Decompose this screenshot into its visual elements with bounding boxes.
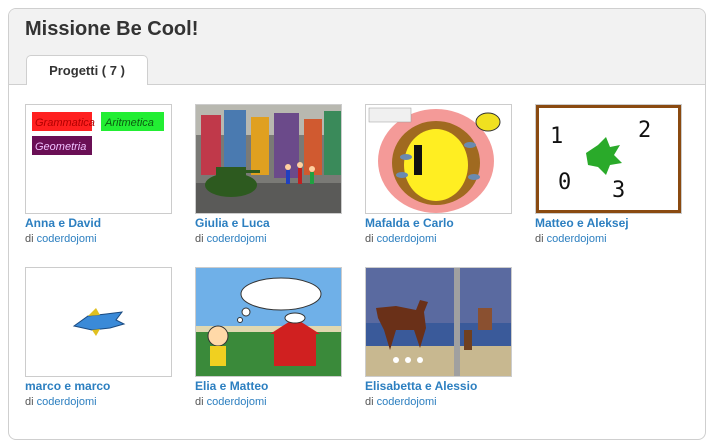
project-thumbnail[interactable] — [365, 267, 512, 377]
project-card: Elia e Matteo di coderdojomi — [195, 267, 345, 408]
project-thumbnail[interactable]: Grammatica Aritmetica Geometria — [25, 104, 172, 214]
thumb-label: 3 — [612, 178, 625, 203]
project-card: Giulia e Luca di coderdojomi — [195, 104, 345, 245]
thumb-label: 1 — [550, 124, 563, 149]
author-link[interactable]: coderdojomi — [547, 233, 607, 245]
author-link[interactable]: coderdojomi — [37, 233, 97, 245]
gallery-panel: Missione Be Cool! Progetti ( 7 ) Grammat… — [8, 8, 706, 440]
project-thumbnail[interactable] — [195, 267, 342, 377]
project-card: marco e marco di coderdojomi — [25, 267, 175, 408]
thumbnail-image — [366, 268, 511, 376]
thumbnail-image — [26, 268, 171, 376]
thumb-label: Grammatica — [35, 117, 95, 129]
project-byline: di coderdojomi — [25, 233, 97, 245]
author-link[interactable]: coderdojomi — [377, 396, 437, 408]
project-title-link[interactable]: Mafalda e Carlo — [365, 216, 515, 230]
thumb-label: 2 — [638, 118, 651, 143]
author-link[interactable]: coderdojomi — [377, 233, 437, 245]
project-card: Mafalda e Carlo di coderdojomi — [365, 104, 515, 245]
project-title-link[interactable]: Elisabetta e Alessio — [365, 379, 515, 393]
project-title-link[interactable]: Giulia e Luca — [195, 216, 345, 230]
project-card: Elisabetta e Alessio di coderdojomi — [365, 267, 515, 408]
project-title-link[interactable]: marco e marco — [25, 379, 175, 393]
author-link[interactable]: coderdojomi — [37, 396, 97, 408]
project-thumbnail[interactable] — [195, 104, 342, 214]
project-byline: di coderdojomi — [195, 233, 267, 245]
thumb-label: Aritmetica — [104, 117, 154, 129]
author-link[interactable]: coderdojomi — [207, 396, 267, 408]
author-link[interactable]: coderdojomi — [207, 233, 267, 245]
project-card: Grammatica Aritmetica Geometria Anna e D… — [25, 104, 175, 245]
project-byline: di coderdojomi — [195, 396, 267, 408]
project-thumbnail[interactable] — [365, 104, 512, 214]
thumbnail-image — [196, 268, 341, 376]
thumbnail-image: 1 2 0 3 — [536, 105, 681, 213]
thumb-label: 0 — [558, 170, 571, 195]
thumb-label: Geometria — [35, 141, 86, 153]
thumbnail-image — [196, 105, 341, 213]
project-thumbnail[interactable] — [25, 267, 172, 377]
project-title-link[interactable]: Matteo e Aleksej — [535, 216, 685, 230]
thumbnail-image — [366, 105, 511, 213]
panel-header: Missione Be Cool! Progetti ( 7 ) — [9, 9, 705, 85]
thumbnail-image: Grammatica Aritmetica Geometria — [32, 112, 164, 155]
project-title-link[interactable]: Elia e Matteo — [195, 379, 345, 393]
project-byline: di coderdojomi — [535, 233, 607, 245]
project-title-link[interactable]: Anna e David — [25, 216, 175, 230]
project-byline: di coderdojomi — [365, 396, 437, 408]
tab-progetti[interactable]: Progetti ( 7 ) — [26, 55, 148, 85]
project-byline: di coderdojomi — [25, 396, 97, 408]
page-title: Missione Be Cool! — [25, 18, 199, 40]
project-card: 1 2 0 3 Matteo e Aleksej di coderdojomi — [535, 104, 685, 245]
project-byline: di coderdojomi — [365, 233, 437, 245]
project-thumbnail[interactable]: 1 2 0 3 — [535, 104, 682, 214]
